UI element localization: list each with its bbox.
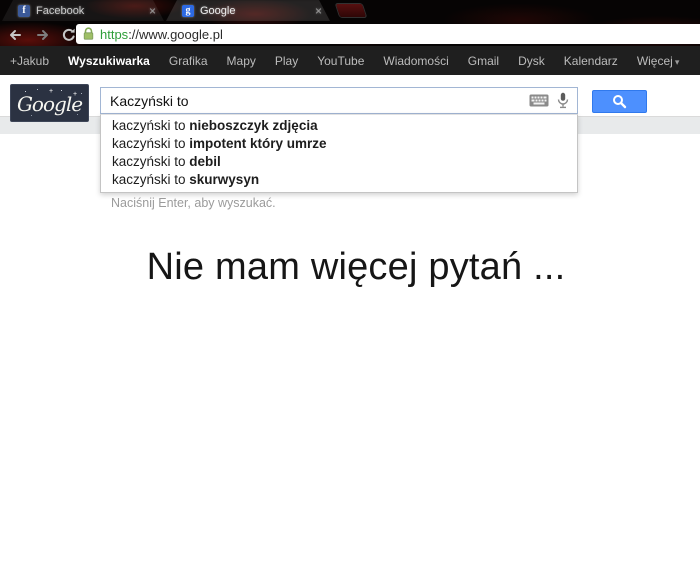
google-nav-bar: +Jakub Wyszukiwarka Grafika Mapy Play Yo… xyxy=(0,46,700,75)
close-tab-icon[interactable]: × xyxy=(315,6,322,16)
star-speckles xyxy=(11,85,12,86)
suggestion-completion: impotent który umrze xyxy=(189,136,326,151)
search-icon xyxy=(612,94,627,109)
forward-button[interactable] xyxy=(34,26,52,44)
nav-item-wiadomosci[interactable]: Wiadomości xyxy=(383,54,448,68)
microphone-icon[interactable] xyxy=(557,92,569,109)
suggestion-item[interactable]: kaczyński to debil xyxy=(101,153,577,171)
press-enter-hint: Naciśnij Enter, aby wyszukać. xyxy=(111,196,276,210)
back-button[interactable] xyxy=(6,26,24,44)
nav-item-jakub[interactable]: +Jakub xyxy=(10,54,49,68)
autocomplete-dropdown: kaczyński to nieboszczyk zdjęcia kaczyńs… xyxy=(100,114,578,193)
google-favicon-icon: g xyxy=(182,5,194,17)
facebook-favicon-icon: f xyxy=(18,5,30,17)
nav-item-wyszukiwarka[interactable]: Wyszukiwarka xyxy=(68,54,150,68)
search-input[interactable] xyxy=(101,88,529,113)
close-tab-icon[interactable]: × xyxy=(149,6,156,16)
keyboard-icon[interactable] xyxy=(529,94,549,107)
url-text: https://www.google.pl xyxy=(100,27,223,42)
nav-item-grafika[interactable]: Grafika xyxy=(169,54,208,68)
search-box xyxy=(100,87,578,114)
https-padlock-icon xyxy=(82,27,95,41)
sparkle-star-icon: + xyxy=(49,88,53,95)
suggestion-item[interactable]: kaczyński to skurwysyn xyxy=(101,171,577,189)
browser-toolbar: https://www.google.pl xyxy=(0,22,700,46)
suggestion-item[interactable]: kaczyński to impotent który umrze xyxy=(101,135,577,153)
suggestion-prefix: kaczyński to xyxy=(112,136,189,151)
meme-caption: Nie mam więcej pytań ... xyxy=(0,246,700,289)
url-rest: ://www.google.pl xyxy=(128,27,223,42)
suggestion-prefix: kaczyński to xyxy=(112,172,189,187)
back-arrow-icon xyxy=(7,27,23,43)
forward-arrow-icon xyxy=(35,27,51,43)
browser-chrome: f Facebook × g Google × xyxy=(0,0,700,46)
suggestion-completion: skurwysyn xyxy=(189,172,259,187)
nav-item-kalendarz[interactable]: Kalendarz xyxy=(564,54,618,68)
google-doodle-logo[interactable]: + + Google xyxy=(10,84,89,122)
nav-item-mapy[interactable]: Mapy xyxy=(227,54,256,68)
tab-label: Facebook xyxy=(36,5,143,17)
url-scheme: https xyxy=(100,27,128,42)
suggestion-prefix: kaczyński to xyxy=(112,118,189,133)
browser-window: f Facebook × g Google × xyxy=(0,0,700,567)
nav-item-label: Więcej xyxy=(637,54,673,68)
sparkle-star-icon: + xyxy=(73,91,77,98)
suggestion-completion: nieboszczyk zdjęcia xyxy=(189,118,317,133)
tab-label: Google xyxy=(200,5,309,17)
reload-icon xyxy=(61,27,77,43)
tab-google[interactable]: g Google × xyxy=(166,0,330,21)
chevron-down-icon: ▾ xyxy=(675,57,680,67)
suggestion-prefix: kaczyński to xyxy=(112,154,189,169)
nav-item-dysk[interactable]: Dysk xyxy=(518,54,545,68)
nav-item-play[interactable]: Play xyxy=(275,54,298,68)
nav-item-youtube[interactable]: YouTube xyxy=(317,54,364,68)
address-bar[interactable]: https://www.google.pl xyxy=(76,24,700,44)
search-button[interactable] xyxy=(592,90,647,113)
new-tab-button[interactable] xyxy=(336,4,366,17)
suggestion-completion: debil xyxy=(189,154,221,169)
tab-facebook[interactable]: f Facebook × xyxy=(2,0,164,21)
nav-item-wiecej[interactable]: Więcej▾ xyxy=(637,54,680,68)
suggestion-item[interactable]: kaczyński to nieboszczyk zdjęcia xyxy=(101,117,577,135)
nav-item-gmail[interactable]: Gmail xyxy=(468,54,499,68)
